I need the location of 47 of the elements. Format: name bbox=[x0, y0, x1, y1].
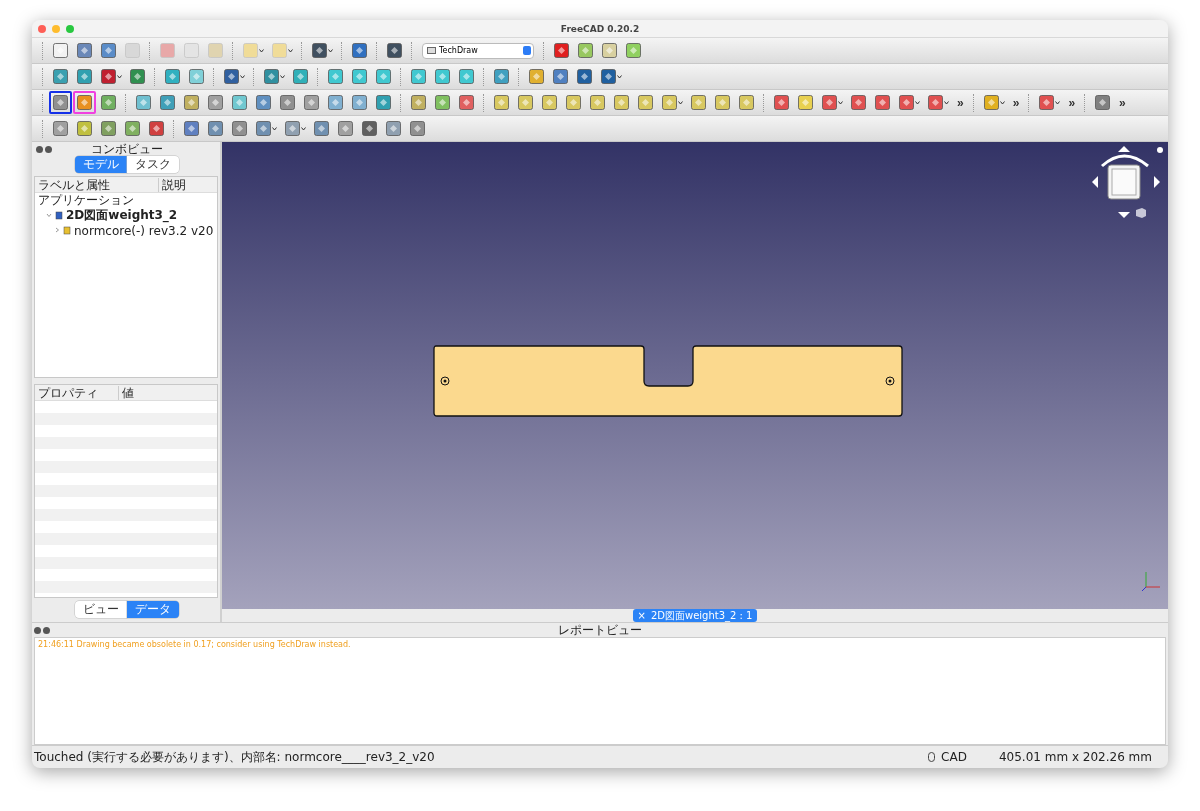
tree-item[interactable]: アプリケーション bbox=[38, 192, 134, 209]
caret-icon bbox=[117, 74, 122, 79]
dropdown-icon bbox=[523, 46, 531, 55]
caret-icon bbox=[838, 100, 843, 105]
more-button[interactable]: » bbox=[1115, 95, 1130, 110]
caret-icon bbox=[999, 100, 1005, 105]
caret-icon bbox=[617, 74, 622, 79]
column-header: 説明 bbox=[161, 177, 187, 192]
close-button[interactable] bbox=[38, 24, 46, 33]
status-message: Touched (実行する必要があります)、内部名: normcore____rev3_2_v20 bbox=[34, 748, 435, 766]
float-icon[interactable] bbox=[43, 626, 50, 634]
caret-icon bbox=[678, 100, 683, 105]
caret-icon bbox=[915, 100, 920, 105]
tab[interactable]: データ bbox=[127, 601, 179, 618]
tree-item[interactable]: normcore(-) rev3.2 v20 bbox=[74, 223, 214, 238]
close-icon[interactable] bbox=[36, 145, 43, 153]
tab[interactable]: モデル bbox=[75, 156, 127, 173]
more-button[interactable]: » bbox=[1064, 95, 1080, 110]
navigation-style[interactable]: CAD bbox=[941, 750, 967, 764]
panel-title: レポートビュー bbox=[557, 621, 643, 639]
column-header: プロパティ bbox=[35, 385, 119, 400]
log-message: 21:46:11 Drawing became obsolete in 0.17; consider using TechDraw instead. bbox=[38, 640, 352, 649]
caret-icon bbox=[301, 126, 306, 131]
caret-icon bbox=[280, 74, 285, 79]
caret-icon bbox=[259, 48, 264, 53]
document-tab[interactable]: × 2D図面weight3_2 : 1 bbox=[632, 609, 758, 622]
caret-icon bbox=[328, 48, 333, 53]
caret-icon bbox=[944, 100, 949, 105]
dimensions-label: 405.01 mm x 202.26 mm bbox=[998, 750, 1152, 764]
column-header: 値 bbox=[121, 385, 135, 400]
caret-icon bbox=[272, 126, 277, 131]
more-button[interactable]: » bbox=[953, 95, 968, 110]
float-icon[interactable] bbox=[45, 145, 52, 153]
workbench-icon bbox=[427, 47, 436, 54]
tab[interactable]: タスク bbox=[127, 156, 179, 173]
more-button[interactable]: » bbox=[1008, 95, 1024, 110]
panel-title: コンボビュー bbox=[90, 140, 164, 158]
workbench-selector[interactable]: TechDraw bbox=[422, 42, 534, 59]
caret-icon bbox=[288, 48, 293, 53]
close-icon[interactable] bbox=[34, 626, 41, 634]
mouse-icon bbox=[928, 752, 936, 762]
tab[interactable]: ビュー bbox=[75, 601, 127, 618]
tree-item[interactable]: 2D図面weight3_2 bbox=[66, 207, 178, 224]
caret-icon bbox=[240, 74, 245, 79]
window-title: FreeCAD 0.20.2 bbox=[559, 23, 641, 34]
column-header: ラベルと属性 bbox=[35, 177, 159, 192]
caret-icon bbox=[1055, 100, 1061, 105]
